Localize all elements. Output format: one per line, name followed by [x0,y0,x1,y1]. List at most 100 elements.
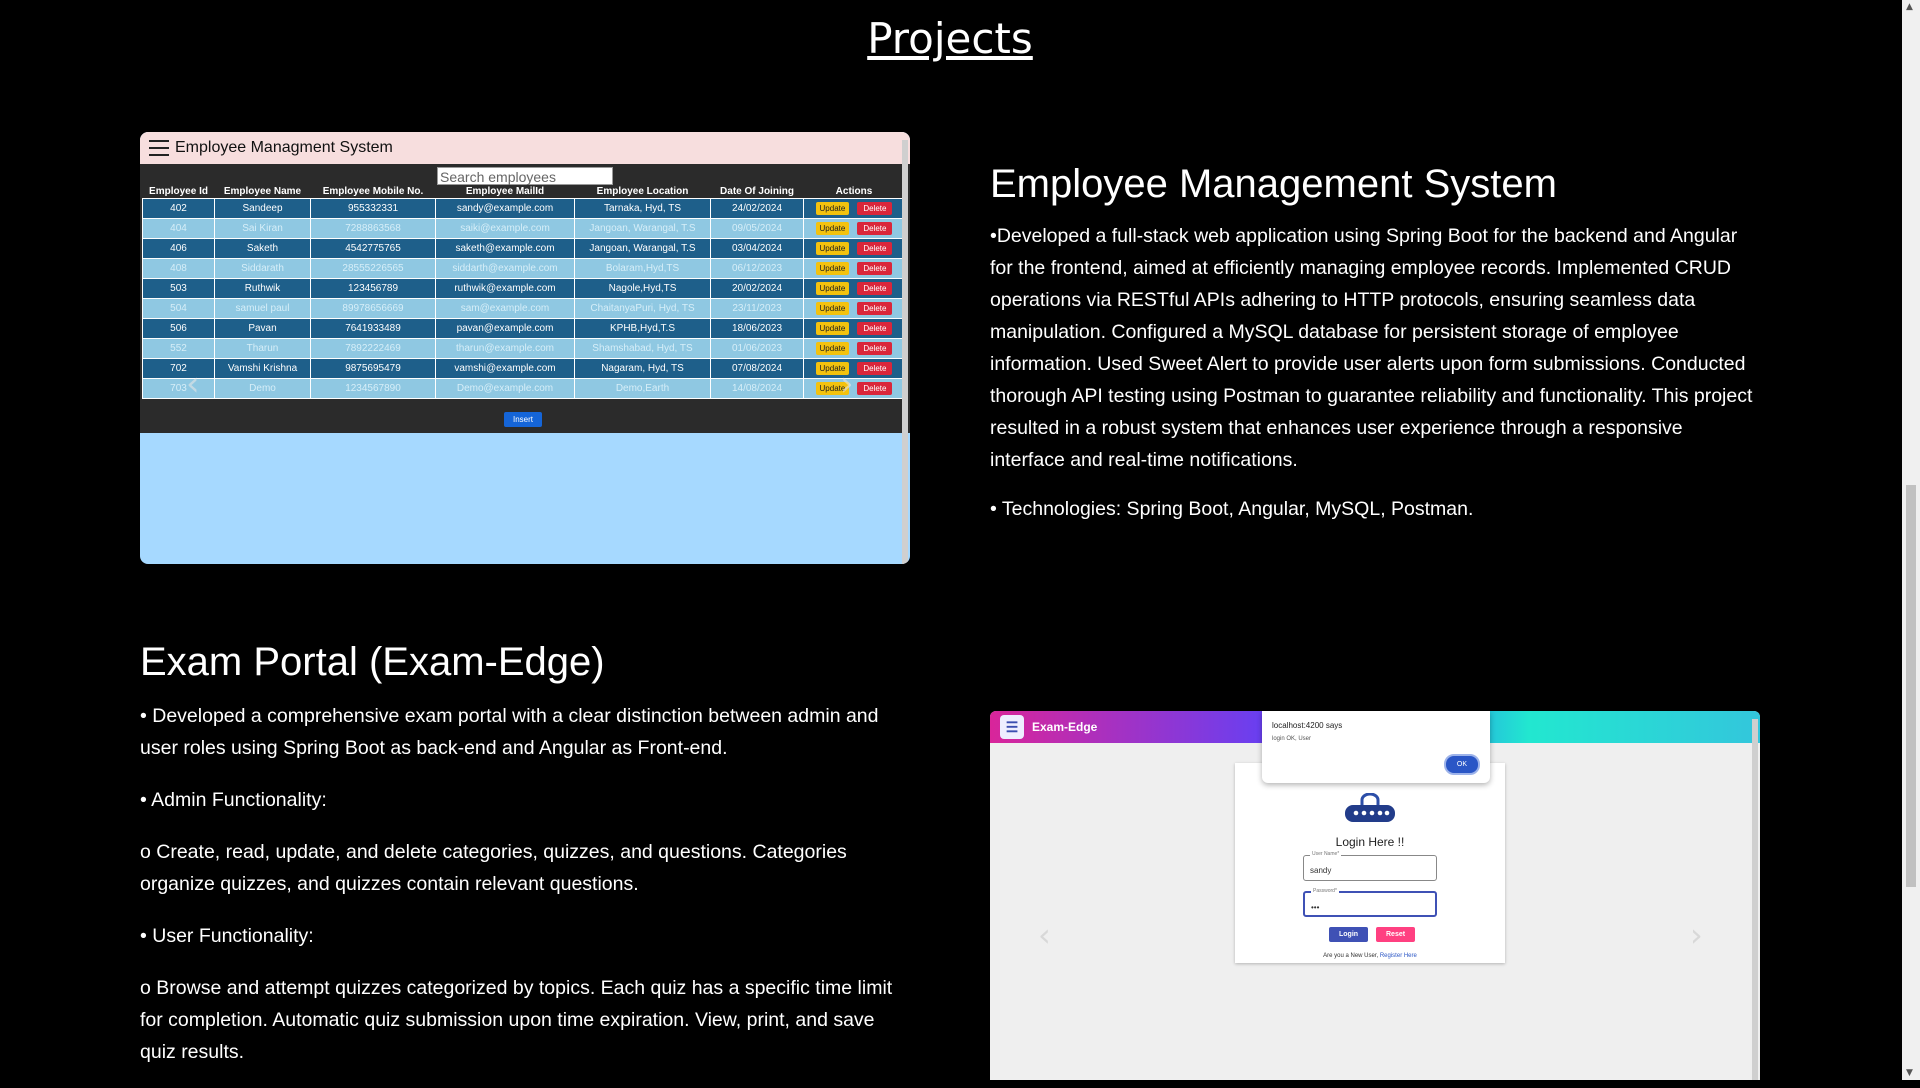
actions-cell: Update Delete [803,318,905,339]
reset-button[interactable]: Reset [1376,927,1416,942]
table-cell: 7641933489 [310,318,436,339]
update-button[interactable]: Update [815,202,850,215]
table-cell: 404 [142,218,215,239]
column-header: Employee Location [596,186,689,197]
alert-ok-button[interactable]: OK [1443,754,1480,775]
table-row: 402 Sandeep 955332331 sandy@example.com Tarn… [142,198,905,219]
register-prompt-text: Are you a New User, [1323,953,1379,959]
table-cell: 504 [142,298,215,319]
actions-cell: Update Delete [803,298,905,319]
table-cell: 89978656669 [310,298,436,319]
table-cell: ruthwik@example.com [435,278,575,299]
column-header: Employee MailId [465,186,545,197]
register-link[interactable]: Register Here [1380,953,1417,959]
table-cell: Demo@example.com [435,378,575,399]
table-cell: 14/08/2024 [710,378,804,399]
exam-portal-carousel[interactable]: ☰ Exam-Edge Login Here !! User Name* san… [990,711,1760,1080]
carousel-scrollbar[interactable] [902,140,908,564]
update-button[interactable]: Update [815,262,850,275]
scrollbar-thumb[interactable] [1906,485,1916,887]
table-cell: 552 [142,338,215,359]
update-button[interactable]: Update [815,282,850,295]
actions-cell: Update Delete [803,258,905,279]
table-cell: 09/05/2024 [710,218,804,239]
actions-cell: Update Delete [803,278,905,299]
delete-button[interactable]: Delete [857,262,893,275]
password-field[interactable]: Password* ••• [1303,888,1437,917]
table-cell: 1234567890 [310,378,436,399]
table-cell: siddarth@example.com [435,258,575,279]
table-cell: 402 [142,198,215,219]
delete-button[interactable]: Delete [857,342,893,355]
username-value: sandy [1310,866,1332,875]
menu-icon[interactable] [149,140,169,156]
update-button[interactable]: Update [815,302,850,315]
table-row: 506 Pavan 7641933489 pavan@example.com KPHB,… [142,318,905,339]
chevron-right-icon[interactable]: › [840,364,854,404]
table-cell: Demo,Earth [574,378,711,399]
table-cell: 23/11/2023 [710,298,804,319]
login-title: Login Here !! [1335,835,1405,849]
username-field[interactable]: User Name* sandy [1303,851,1437,881]
table-cell: 20/02/2024 [710,278,804,299]
carousel-scrollbar[interactable] [1752,719,1758,1080]
login-card: Login Here !! User Name* sandy Password*… [1235,763,1505,963]
table-cell: 18/06/2023 [710,318,804,339]
project2-paragraph: • User Functionality: [140,925,314,947]
table-cell: Saketh [214,238,311,259]
table-cell: saiki@example.com [435,218,575,239]
table-header-row: Employee Id Employee Name Employee Mobile … [143,185,905,199]
actions-cell: Update Delete [803,338,905,359]
table-cell: vamshi@example.com [435,358,575,379]
employee-search-input[interactable]: Search employees [437,167,613,185]
chevron-left-icon[interactable]: ‹ [186,364,200,404]
table-cell: 702 [142,358,215,379]
lock-icon [1345,793,1395,822]
chevron-left-icon[interactable]: ‹ [1038,916,1051,954]
table-cell: sam@example.com [435,298,575,319]
delete-button[interactable]: Delete [857,222,893,235]
delete-button[interactable]: Delete [857,382,893,395]
table-cell: 4542775765 [310,238,436,259]
table-row: 552 Tharun 7892222469 tharun@example.com Sha… [142,338,905,359]
employee-project-carousel[interactable]: Employee Managment System Search employe… [140,132,910,564]
delete-button[interactable]: Delete [857,202,893,215]
column-header: Employee Name [223,186,302,197]
column-header: Actions [835,186,873,197]
delete-button[interactable]: Delete [857,282,893,295]
delete-button[interactable]: Delete [857,302,893,315]
table-cell: Siddarath [214,258,311,279]
register-prompt: Are you a New User, Register Here [1235,953,1505,959]
insert-button[interactable]: Insert [504,412,543,427]
update-button[interactable]: Update [815,242,850,255]
table-row: 404 Sai Kiran 7288863568 saiki@example.com J… [142,218,905,239]
table-cell: pavan@example.com [435,318,575,339]
table-cell: Demo [214,378,311,399]
table-cell: 503 [142,278,215,299]
actions-cell: Update Delete [803,218,905,239]
project2-title: Exam Portal (Exam-Edge) [140,640,605,684]
ems-app-title: Employee Managment System [175,139,393,156]
table-row: 503 Ruthwik 123456789 ruthwik@example.com Na… [142,278,905,299]
update-button[interactable]: Update [815,222,850,235]
table-cell: Jangoan, Warangal, T.S [574,238,711,259]
table-row: 406 Saketh 4542775765 saketh@example.com Jan… [142,238,905,259]
scroll-up-icon[interactable]: ▲ [1906,2,1913,12]
chevron-right-icon[interactable]: › [1690,916,1703,954]
delete-button[interactable]: Delete [857,242,893,255]
delete-button[interactable]: Delete [857,322,893,335]
alert-title: localhost:4200 says [1272,721,1343,730]
scroll-down-icon[interactable]: ▼ [1906,1068,1913,1078]
page-scrollbar[interactable]: ▲ ▼ [1902,0,1920,1080]
login-button[interactable]: Login [1329,927,1369,942]
update-button[interactable]: Update [815,342,850,355]
project1-technologies: • Technologies: Spring Boot, Angular, My… [990,498,1474,520]
section-title: Projects [867,14,1033,63]
table-cell: 9875695479 [310,358,436,379]
table-cell: Ruthwik [214,278,311,299]
update-button[interactable]: Update [815,322,850,335]
delete-button[interactable]: Delete [857,362,893,375]
project2-paragraph: • Admin Functionality: [140,789,327,811]
project1-title: Employee Management System [990,162,1557,206]
table-cell: Sandeep [214,198,311,219]
